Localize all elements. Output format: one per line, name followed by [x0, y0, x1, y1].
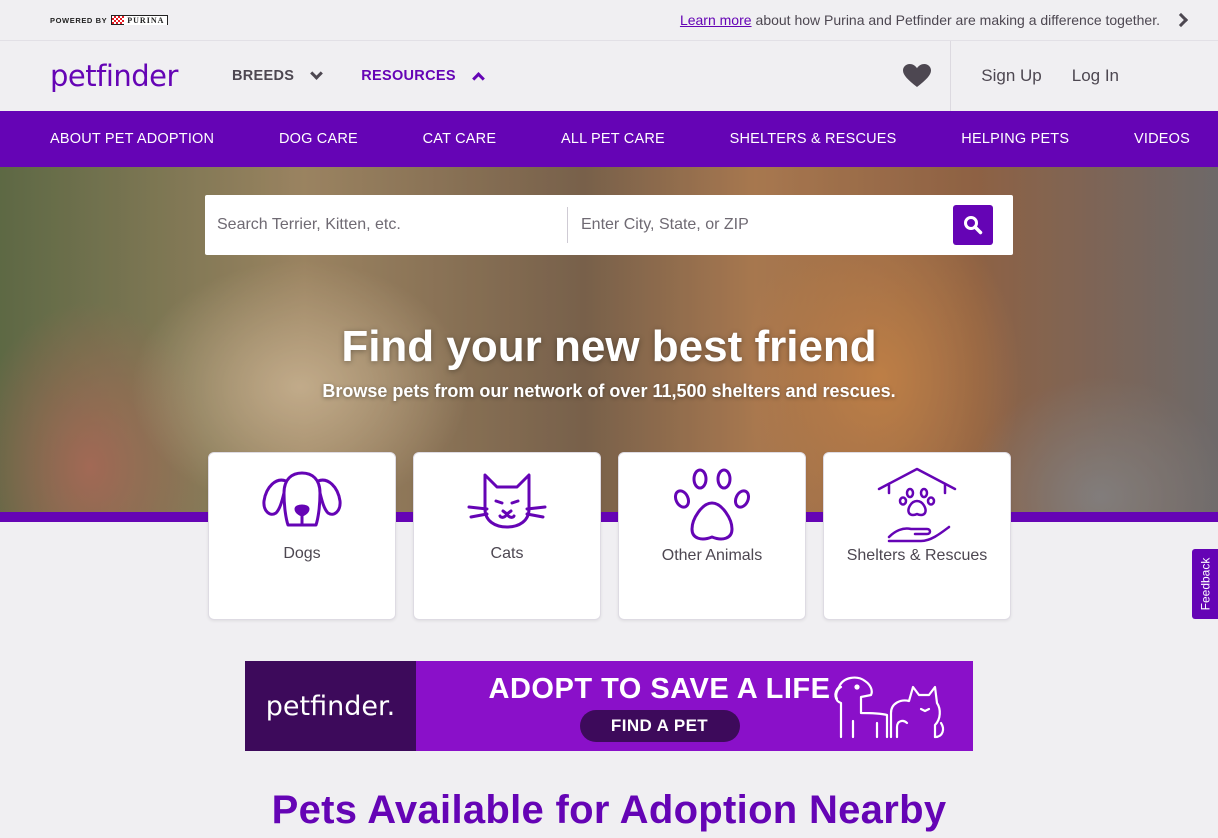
- search-button[interactable]: [953, 205, 993, 245]
- search-icon: [964, 216, 983, 235]
- resources-subnav: ABOUT PET ADOPTION DOG CARE CAT CARE ALL…: [0, 111, 1218, 167]
- nav-breeds-label: BREEDS: [232, 68, 295, 84]
- learn-more-link[interactable]: Learn more: [680, 12, 752, 28]
- chevron-down-icon: [310, 67, 324, 80]
- chevron-right-icon[interactable]: [1173, 12, 1189, 28]
- category-label: Shelters & Rescues: [846, 547, 988, 564]
- feedback-tab[interactable]: Feedback: [1192, 549, 1218, 619]
- nav-breeds[interactable]: BREEDS: [232, 67, 324, 84]
- pet-search-bar: [205, 195, 1013, 255]
- petfinder-logo[interactable]: petfinder: [50, 59, 210, 93]
- category-label: Other Animals: [661, 547, 763, 564]
- auth-links: Sign Up Log In: [951, 66, 1218, 86]
- site-header: petfinder BREEDS RESOURCES Sign Up Log I…: [0, 41, 1218, 111]
- chevron-up-icon: [471, 71, 485, 85]
- feedback-label: Feedback: [1198, 557, 1213, 611]
- hero-title: Find your new best friend: [341, 322, 877, 371]
- banner-title: ADOPT TO SAVE A LIFE: [488, 673, 831, 705]
- sign-up-link[interactable]: Sign Up: [981, 66, 1041, 86]
- subnav-helping-pets[interactable]: HELPING PETS: [961, 131, 1069, 147]
- nav-resources[interactable]: RESOURCES: [361, 68, 485, 85]
- favorites-heart-icon[interactable]: [884, 41, 950, 111]
- banner-petfinder-logo: petfinder.: [245, 661, 416, 751]
- nav-resources-label: RESOURCES: [361, 68, 456, 84]
- paw-icon: [673, 468, 751, 541]
- top-bar: POWERED BY PURINA Learn more about how P…: [0, 0, 1218, 41]
- animal-search-input[interactable]: [205, 207, 567, 243]
- subnav-about-pet-adoption[interactable]: ABOUT PET ADOPTION: [50, 131, 214, 147]
- subnav-dog-care[interactable]: DOG CARE: [279, 131, 358, 147]
- subnav-cat-care[interactable]: CAT CARE: [423, 131, 497, 147]
- adopt-banner[interactable]: petfinder. ADOPT TO SAVE A LIFE FIND A P…: [245, 661, 973, 751]
- purina-checkerboard-icon: [112, 16, 125, 24]
- powered-by-purina: POWERED BY PURINA: [50, 15, 169, 25]
- category-card-dogs[interactable]: Dogs: [208, 452, 396, 620]
- category-card-other-animals[interactable]: Other Animals: [618, 452, 806, 620]
- dog-icon: [262, 471, 342, 527]
- category-label: Cats: [490, 545, 524, 562]
- subnav-all-pet-care[interactable]: ALL PET CARE: [561, 131, 665, 147]
- subnav-videos[interactable]: VIDEOS: [1134, 131, 1190, 147]
- section-title: Pets Available for Adoption Nearby: [271, 788, 947, 832]
- dog-and-cat-illustration-icon: [834, 676, 945, 739]
- main-nav: BREEDS RESOURCES: [232, 67, 485, 85]
- category-card-shelters-rescues[interactable]: Shelters & Rescues: [823, 452, 1011, 620]
- category-label: Dogs: [283, 545, 321, 562]
- category-card-cats[interactable]: Cats: [413, 452, 601, 620]
- header-actions: Sign Up Log In: [884, 41, 1218, 111]
- purina-wordmark: PURINA: [124, 15, 168, 25]
- log-in-link[interactable]: Log In: [1072, 66, 1119, 86]
- subnav-shelters-rescues[interactable]: SHELTERS & RESCUES: [730, 131, 897, 147]
- category-cards: Dogs Cats Other Animals Shelters & Rescu…: [208, 452, 1011, 620]
- location-search-input[interactable]: [581, 207, 953, 243]
- promo-text: about how Purina and Petfinder are makin…: [755, 12, 1160, 28]
- powered-by-label: POWERED BY: [50, 15, 108, 25]
- purina-logo[interactable]: PURINA: [111, 15, 169, 25]
- cat-icon: [467, 473, 547, 529]
- hero-subtitle: Browse pets from our network of over 11,…: [322, 381, 896, 401]
- search-divider: [567, 207, 568, 243]
- find-a-pet-button[interactable]: FIND A PET: [579, 710, 740, 742]
- shelter-icon: [877, 467, 957, 543]
- promo-message: Learn more about how Purina and Petfinde…: [680, 12, 1189, 28]
